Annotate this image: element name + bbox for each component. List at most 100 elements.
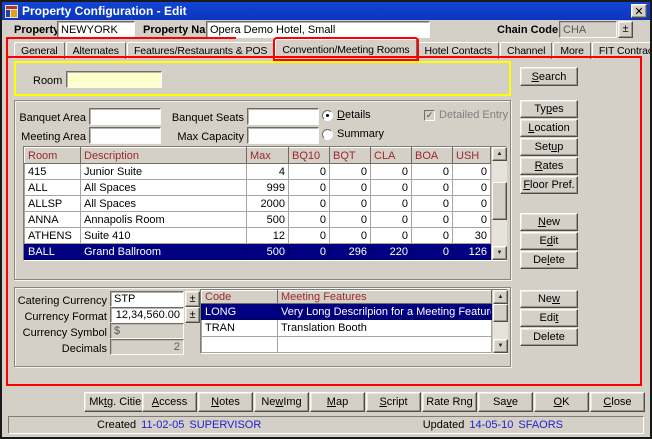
scroll-down-icon[interactable]: ▼ xyxy=(492,246,507,260)
column-header-room: Room xyxy=(25,148,81,164)
scroll-thumb[interactable] xyxy=(492,182,507,220)
table-row[interactable]: BALL Grand Ballroom 500 0 296 220 0 126 xyxy=(25,244,491,260)
property-label: Property xyxy=(14,24,59,36)
rates-button[interactable]: Rates xyxy=(520,157,578,175)
column-header-meeting-features: Meeting Features xyxy=(278,291,492,304)
banquet-area-label: Banquet Area xyxy=(16,112,86,124)
bottom-button-bar: AccessNotesNew ImgMapScriptRate RngSaveO… xyxy=(142,392,645,412)
max-capacity-input[interactable] xyxy=(247,127,319,144)
room-input[interactable] xyxy=(66,71,162,88)
tab-general[interactable]: General xyxy=(14,42,65,59)
banquet-seats-label: Banquet Seats xyxy=(166,112,244,124)
created-label: Created xyxy=(97,419,136,431)
updated-by: SFAORS xyxy=(518,419,563,431)
chain-code-input[interactable] xyxy=(559,21,617,38)
status-bar: Created 11-02-05 SUPERVISOR Updated 14-0… xyxy=(8,416,644,434)
chain-code-label: Chain Code xyxy=(497,24,558,36)
rooms-table: Room Description Max BQ10 BQT CLA BOA US… xyxy=(24,147,491,260)
catering-currency-lov-button[interactable]: ± xyxy=(185,291,200,307)
features-table-header-row: Code Meeting Features xyxy=(202,291,492,304)
window-title: Property Configuration - Edit xyxy=(22,4,187,18)
floor-pref-button[interactable]: Floor Pref. xyxy=(520,176,578,194)
save-button[interactable]: Save xyxy=(478,392,533,412)
rooms-edit-button[interactable]: Edit xyxy=(520,232,578,250)
table-row[interactable]: ALLSP All Spaces 2000 0 0 0 0 0 xyxy=(25,196,491,212)
meeting-area-label: Meeting Area xyxy=(16,131,86,143)
access-button[interactable]: Access xyxy=(142,392,197,412)
column-header-max: Max xyxy=(247,148,289,164)
tab-fit-contracts[interactable]: FIT Contracts xyxy=(592,42,652,59)
catering-currency-label: Catering Currency xyxy=(16,295,107,307)
currency-format-lov-button[interactable]: ± xyxy=(185,307,200,323)
setup-button[interactable]: Setup xyxy=(520,138,578,156)
summary-radio[interactable]: Summary xyxy=(322,128,384,140)
table-row[interactable]: ATHENS Suite 410 12 0 0 0 0 30 xyxy=(25,228,491,244)
property-input[interactable] xyxy=(57,21,135,38)
rooms-new-button[interactable]: New xyxy=(520,213,578,231)
room-label: Room xyxy=(33,75,62,87)
created-date: 11-02-05 xyxy=(141,419,184,431)
tab-alternates[interactable]: Alternates xyxy=(66,42,126,59)
script-button[interactable]: Script xyxy=(366,392,421,412)
tab-bar: GeneralAlternatesFeatures/Restaurants & … xyxy=(14,40,652,59)
scroll-thumb[interactable] xyxy=(493,304,508,322)
rooms-delete-button[interactable]: Delete xyxy=(520,251,578,269)
decimals-input[interactable] xyxy=(110,339,184,355)
close-icon[interactable]: ✕ xyxy=(631,4,647,18)
features-edit-button[interactable]: Edit xyxy=(520,309,578,327)
scroll-up-icon[interactable]: ▲ xyxy=(493,290,508,304)
scroll-up-icon[interactable]: ▲ xyxy=(492,147,507,161)
close-button[interactable]: Close xyxy=(590,392,645,412)
table-row[interactable]: TRAN Translation Booth xyxy=(202,320,492,336)
table-row[interactable]: LONG Very Long Descrilpion for a Meeting… xyxy=(202,304,492,320)
column-header-bq10: BQ10 xyxy=(289,148,330,164)
tab-convention-meeting-rooms[interactable]: Convention/Meeting Rooms xyxy=(275,39,416,59)
table-row[interactable] xyxy=(202,336,492,352)
types-button[interactable]: Types xyxy=(520,100,578,118)
summary-radio-label: Summary xyxy=(337,128,384,140)
property-configuration-window: Property Configuration - Edit ✕ Property… xyxy=(0,0,652,439)
decimals-label: Decimals xyxy=(16,343,107,355)
features-delete-button[interactable]: Delete xyxy=(520,328,578,346)
detailed-entry-checkbox[interactable]: ✓ Detailed Entry xyxy=(424,109,508,121)
updated-label: Updated xyxy=(423,419,465,431)
column-header-ush: USH xyxy=(453,148,491,164)
search-button[interactable]: Search xyxy=(520,67,578,86)
table-row[interactable]: ALL All Spaces 999 0 0 0 0 0 xyxy=(25,180,491,196)
features-new-button[interactable]: New xyxy=(520,290,578,308)
app-icon xyxy=(5,5,18,18)
table-row[interactable]: 415 Junior Suite 4 0 0 0 0 0 xyxy=(25,164,491,180)
column-header-boa: BOA xyxy=(412,148,453,164)
property-name-input[interactable] xyxy=(206,21,430,38)
table-row[interactable]: ANNA Annapolis Room 500 0 0 0 0 0 xyxy=(25,212,491,228)
tab-features-restaurants-pos[interactable]: Features/Restaurants & POS xyxy=(127,42,274,59)
currency-format-input[interactable] xyxy=(110,307,184,323)
rooms-table-container: Room Description Max BQ10 BQT CLA BOA US… xyxy=(23,146,507,261)
new-img-button[interactable]: New Img xyxy=(254,392,309,412)
notes-button[interactable]: Notes xyxy=(198,392,253,412)
features-scrollbar[interactable]: ▲ ▼ xyxy=(492,290,508,353)
catering-currency-input[interactable] xyxy=(110,291,184,307)
ok-button[interactable]: OK xyxy=(534,392,589,412)
chain-code-lov-button[interactable]: ± xyxy=(618,21,633,38)
rate-rng-button[interactable]: Rate Rng xyxy=(422,392,477,412)
column-header-cla: CLA xyxy=(371,148,412,164)
column-header-bqt: BQT xyxy=(330,148,371,164)
location-button[interactable]: Location xyxy=(520,119,578,137)
scroll-down-icon[interactable]: ▼ xyxy=(493,339,508,353)
rooms-scrollbar[interactable]: ▲ ▼ xyxy=(491,147,507,260)
detailed-entry-label: Detailed Entry xyxy=(439,109,508,121)
details-radio[interactable]: Details xyxy=(322,109,371,121)
radio-selected-icon xyxy=(322,110,333,121)
banquet-seats-input[interactable] xyxy=(247,108,319,125)
banquet-area-input[interactable] xyxy=(89,108,161,125)
tab-hotel-contacts[interactable]: Hotel Contacts xyxy=(418,42,499,59)
tab-more[interactable]: More xyxy=(553,42,591,59)
currency-symbol-input[interactable] xyxy=(110,323,184,339)
column-header-description: Description xyxy=(81,148,247,164)
checkbox-check-icon: ✓ xyxy=(424,110,435,121)
radio-unselected-icon xyxy=(322,129,333,140)
tab-channel[interactable]: Channel xyxy=(500,42,552,59)
meeting-area-input[interactable] xyxy=(89,127,161,144)
map-button[interactable]: Map xyxy=(310,392,365,412)
